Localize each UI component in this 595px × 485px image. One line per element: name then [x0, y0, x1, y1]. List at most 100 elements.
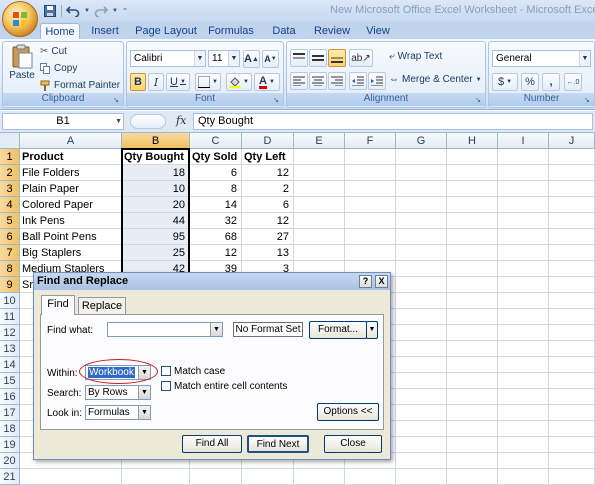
cell-g6[interactable] [396, 229, 447, 245]
cell-h2[interactable] [447, 165, 498, 181]
cell-h18[interactable] [447, 421, 498, 437]
cell-d21[interactable] [242, 469, 294, 485]
cell-a6[interactable]: Ball Point Pens [20, 229, 122, 245]
cell-j10[interactable] [549, 293, 595, 309]
copy-button[interactable]: Copy [40, 63, 77, 74]
find-all-button[interactable]: Find All [182, 435, 242, 453]
match-entire-checkbox[interactable] [161, 381, 171, 391]
cell-d2[interactable]: 12 [242, 165, 294, 181]
cell-g9[interactable] [396, 277, 447, 293]
row-header-18[interactable]: 18 [0, 421, 20, 437]
cell-g15[interactable] [396, 373, 447, 389]
cell-g4[interactable] [396, 197, 447, 213]
cell-f4[interactable] [345, 197, 396, 213]
cell-e1[interactable] [294, 149, 345, 165]
name-box-dropdown-icon[interactable]: ▼ [115, 114, 122, 129]
alignment-launcher-icon[interactable]: ↘ [475, 97, 483, 105]
cell-g14[interactable] [396, 357, 447, 373]
cell-i9[interactable] [498, 277, 549, 293]
cell-f3[interactable] [345, 181, 396, 197]
currency-button[interactable]: $ ▼ [492, 73, 518, 91]
cell-b4[interactable]: 20 [122, 197, 190, 213]
column-header-a[interactable]: A [20, 133, 122, 149]
row-header-17[interactable]: 17 [0, 405, 20, 421]
cell-h12[interactable] [447, 325, 498, 341]
cell-h15[interactable] [447, 373, 498, 389]
cell-f1[interactable] [345, 149, 396, 165]
cell-f21[interactable] [345, 469, 396, 485]
row-header-16[interactable]: 16 [0, 389, 20, 405]
cell-h13[interactable] [447, 341, 498, 357]
orientation-button[interactable]: ab↗ [349, 49, 373, 67]
cell-i4[interactable] [498, 197, 549, 213]
row-header-4[interactable]: 4 [0, 197, 20, 213]
underline-button[interactable]: U ▼ [166, 73, 190, 91]
cell-g1[interactable] [396, 149, 447, 165]
cell-c3[interactable]: 8 [190, 181, 242, 197]
cell-d3[interactable]: 2 [242, 181, 294, 197]
search-select[interactable]: By Rows ▼ [85, 385, 151, 400]
bold-button[interactable]: B [130, 73, 146, 91]
cell-d7[interactable]: 13 [242, 245, 294, 261]
number-format-dropdown-icon[interactable]: ▼ [579, 51, 590, 66]
format-button[interactable]: Format... [309, 321, 367, 339]
tab-find[interactable]: Find [41, 295, 75, 315]
cell-j18[interactable] [549, 421, 595, 437]
cell-i6[interactable] [498, 229, 549, 245]
row-header-10[interactable]: 10 [0, 293, 20, 309]
row-header-9[interactable]: 9 [0, 277, 20, 293]
cell-i14[interactable] [498, 357, 549, 373]
cell-f2[interactable] [345, 165, 396, 181]
align-center-button[interactable] [309, 72, 327, 90]
cell-h6[interactable] [447, 229, 498, 245]
cell-i3[interactable] [498, 181, 549, 197]
cell-i12[interactable] [498, 325, 549, 341]
format-painter-button[interactable]: Format Painter [40, 80, 120, 91]
fill-color-button[interactable]: ▼ [226, 73, 252, 91]
select-all-corner[interactable] [0, 133, 20, 149]
row-header-8[interactable]: 8 [0, 261, 20, 277]
align-right-button[interactable] [328, 72, 346, 90]
italic-button[interactable]: I [148, 73, 164, 91]
increase-indent-button[interactable] [368, 72, 386, 90]
cell-f6[interactable] [345, 229, 396, 245]
cell-i13[interactable] [498, 341, 549, 357]
cut-button[interactable]: ✂ Cut [40, 46, 67, 57]
cell-c4[interactable]: 14 [190, 197, 242, 213]
cell-g21[interactable] [396, 469, 447, 485]
cell-i2[interactable] [498, 165, 549, 181]
cell-e6[interactable] [294, 229, 345, 245]
cell-f7[interactable] [345, 245, 396, 261]
cell-g16[interactable] [396, 389, 447, 405]
redo-icon[interactable] [93, 3, 109, 18]
cell-h4[interactable] [447, 197, 498, 213]
cell-b1[interactable]: Qty Bought [122, 149, 190, 165]
grow-font-button[interactable]: A ▲ [243, 50, 260, 68]
font-name-combo[interactable]: Calibri ▼ [130, 50, 206, 67]
tab-data[interactable]: Data [268, 23, 300, 39]
redo-dropdown-icon[interactable]: ▼ [112, 3, 118, 18]
cell-g2[interactable] [396, 165, 447, 181]
cell-a21[interactable] [20, 469, 122, 485]
cell-a4[interactable]: Colored Paper [20, 197, 122, 213]
close-button[interactable]: Close [324, 435, 382, 453]
tab-home[interactable]: Home [40, 23, 80, 39]
row-header-11[interactable]: 11 [0, 309, 20, 325]
clipboard-launcher-icon[interactable]: ↘ [113, 97, 121, 105]
cell-h16[interactable] [447, 389, 498, 405]
cell-i21[interactable] [498, 469, 549, 485]
format-dropdown-icon[interactable]: ▼ [366, 321, 378, 339]
cell-i5[interactable] [498, 213, 549, 229]
undo-dropdown-icon[interactable]: ▼ [84, 3, 90, 18]
cell-b7[interactable]: 25 [122, 245, 190, 261]
cell-j11[interactable] [549, 309, 595, 325]
cell-g3[interactable] [396, 181, 447, 197]
font-launcher-icon[interactable]: ↘ [273, 97, 281, 105]
comma-button[interactable]: , [542, 73, 560, 91]
find-what-dropdown-icon[interactable]: ▼ [210, 323, 222, 336]
cell-b21[interactable] [122, 469, 190, 485]
row-header-1[interactable]: 1 [0, 149, 20, 165]
shrink-font-button[interactable]: A ▼ [262, 50, 279, 68]
cell-e3[interactable] [294, 181, 345, 197]
cell-h5[interactable] [447, 213, 498, 229]
